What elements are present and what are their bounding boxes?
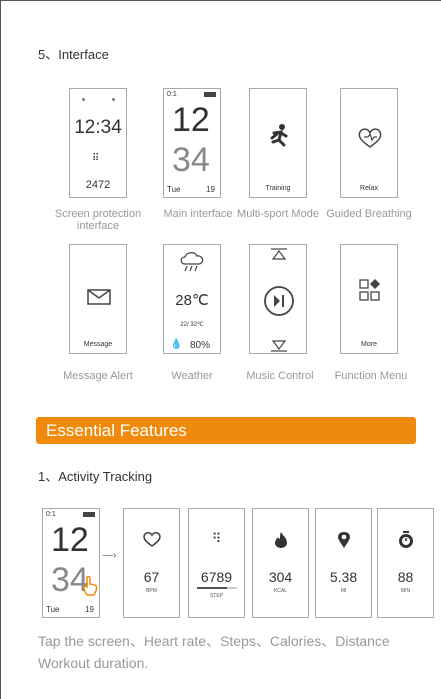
music-control-screen (249, 244, 307, 354)
steps-unit: STEP (209, 593, 224, 599)
steps-card: ⠻ 6789 STEP (188, 508, 245, 618)
protection-time: 12:34 (74, 117, 122, 138)
heart-breathing-icon (357, 127, 383, 154)
main-interface-screen: 0:1 12 34 Tue 19 (163, 88, 221, 198)
distance-unit: MI (340, 588, 347, 594)
tracking-hour: 12 (51, 521, 89, 559)
dot (82, 98, 85, 101)
caption-function-menu: Function Menu (334, 370, 408, 382)
heart-rate-card: 67 BPM (123, 508, 180, 618)
screen-protection-screen: 12:34 ⠿ 2472 (69, 88, 127, 198)
play-pause-icon[interactable] (263, 285, 295, 322)
weather-temp: 28℃ (175, 292, 209, 309)
status-text: 0:1 (46, 511, 56, 518)
section-heading-activity: 1、Activity Tracking (38, 469, 153, 484)
steps-progress-bar (197, 587, 237, 589)
training-label: Training (265, 185, 291, 192)
stopwatch-icon (378, 531, 433, 554)
training-screen: Training (249, 88, 307, 198)
distance-value: 5.38 (329, 569, 358, 585)
calories-card: 304 KCAL (252, 508, 309, 618)
duration-value: 88 (397, 569, 414, 585)
rain-cloud-icon (178, 251, 208, 278)
tracking-day: Tue (46, 605, 60, 614)
weather-screen: 28℃ 22/ 32℃ 💧 80% (163, 244, 221, 354)
caption-guided-breathing: Guided Breathing (326, 208, 412, 220)
caption-multi-sport: Multi-sport Mode (237, 208, 319, 220)
previous-track-icon[interactable] (270, 247, 288, 265)
feature-description: Tap the screen、Heart rate、Steps、Calories… (38, 633, 390, 671)
caption-weather: Weather (171, 370, 213, 382)
tracking-date: 19 (85, 605, 94, 614)
caption-music-control: Music Control (246, 370, 314, 382)
tap-hand-icon (81, 575, 99, 602)
steps-progress-fill (197, 587, 227, 589)
running-person-icon (264, 123, 292, 156)
main-day: Tue (167, 185, 181, 194)
droplet-icon: 💧 (170, 339, 183, 350)
weather-range: 22/ 32℃ (180, 322, 204, 328)
calories-value: 304 (268, 569, 293, 585)
location-pin-icon (316, 531, 371, 554)
battery-icon (83, 512, 95, 517)
arrow-right-icon: —› (103, 550, 117, 561)
grid-menu-icon (359, 279, 381, 306)
distance-card: 5.38 MI (315, 508, 372, 618)
calories-unit: KCAL (273, 588, 288, 594)
heart-rate-unit: BPM (146, 588, 157, 594)
heart-icon (124, 531, 179, 552)
envelope-icon (87, 289, 111, 310)
footprints-icon: ⠻ (211, 531, 222, 546)
heart-rate-value: 67 (143, 569, 160, 585)
relax-label: Relax (360, 185, 378, 192)
footprints-icon: ⠿ (92, 153, 100, 164)
status-text: 0:1 (167, 91, 177, 98)
weather-humidity: 80% (190, 340, 211, 351)
protection-steps: 2472 (85, 179, 111, 191)
caption-message-alert: Message Alert (63, 370, 133, 382)
steps-value: 6789 (200, 569, 233, 585)
next-track-icon[interactable] (270, 339, 288, 357)
essential-features-banner: Essential Features (36, 417, 416, 444)
caption-screen-protection: Screen protection interface (54, 208, 142, 232)
main-minute: 34 (172, 141, 210, 179)
section-heading-interface: 5、Interface (38, 47, 109, 62)
more-label: More (361, 341, 377, 348)
duration-unit: MIN (400, 588, 411, 594)
relax-screen: Relax (340, 88, 398, 198)
flame-icon (253, 531, 308, 554)
duration-card: 88 MIN (377, 508, 434, 618)
dot (112, 98, 115, 101)
function-menu-screen: More (340, 244, 398, 354)
main-hour: 12 (172, 101, 210, 139)
message-screen: Message (69, 244, 127, 354)
battery-icon (204, 92, 216, 97)
message-label: Message (83, 341, 113, 348)
tracking-watch-screen: 0:1 12 34 Tue 19 (42, 508, 100, 618)
main-date: 19 (206, 185, 215, 194)
